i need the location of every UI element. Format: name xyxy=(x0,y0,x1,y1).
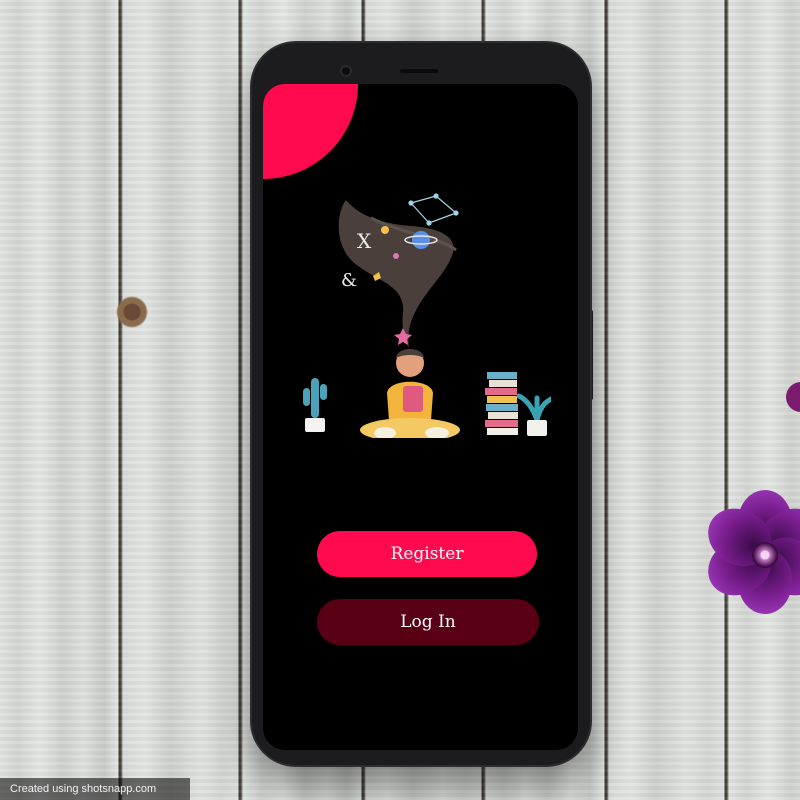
front-camera xyxy=(340,65,352,77)
hair-letter-ampersand: & xyxy=(341,270,357,291)
hair-letter-x: X xyxy=(357,229,372,253)
shotsnapp-credit: Created using shotsnapp.com xyxy=(0,778,190,800)
login-button[interactable]: Log In xyxy=(317,599,539,645)
corner-accent-circle xyxy=(263,84,358,179)
purple-flower-decoration xyxy=(697,382,800,618)
student-illustration: X & xyxy=(303,193,551,438)
phone-frame: X & Register Log In xyxy=(252,43,590,765)
flower-center xyxy=(752,542,778,568)
register-button[interactable]: Register xyxy=(317,531,537,577)
speaker-grille xyxy=(400,69,438,73)
app-screen: X & Register Log In xyxy=(263,84,578,750)
